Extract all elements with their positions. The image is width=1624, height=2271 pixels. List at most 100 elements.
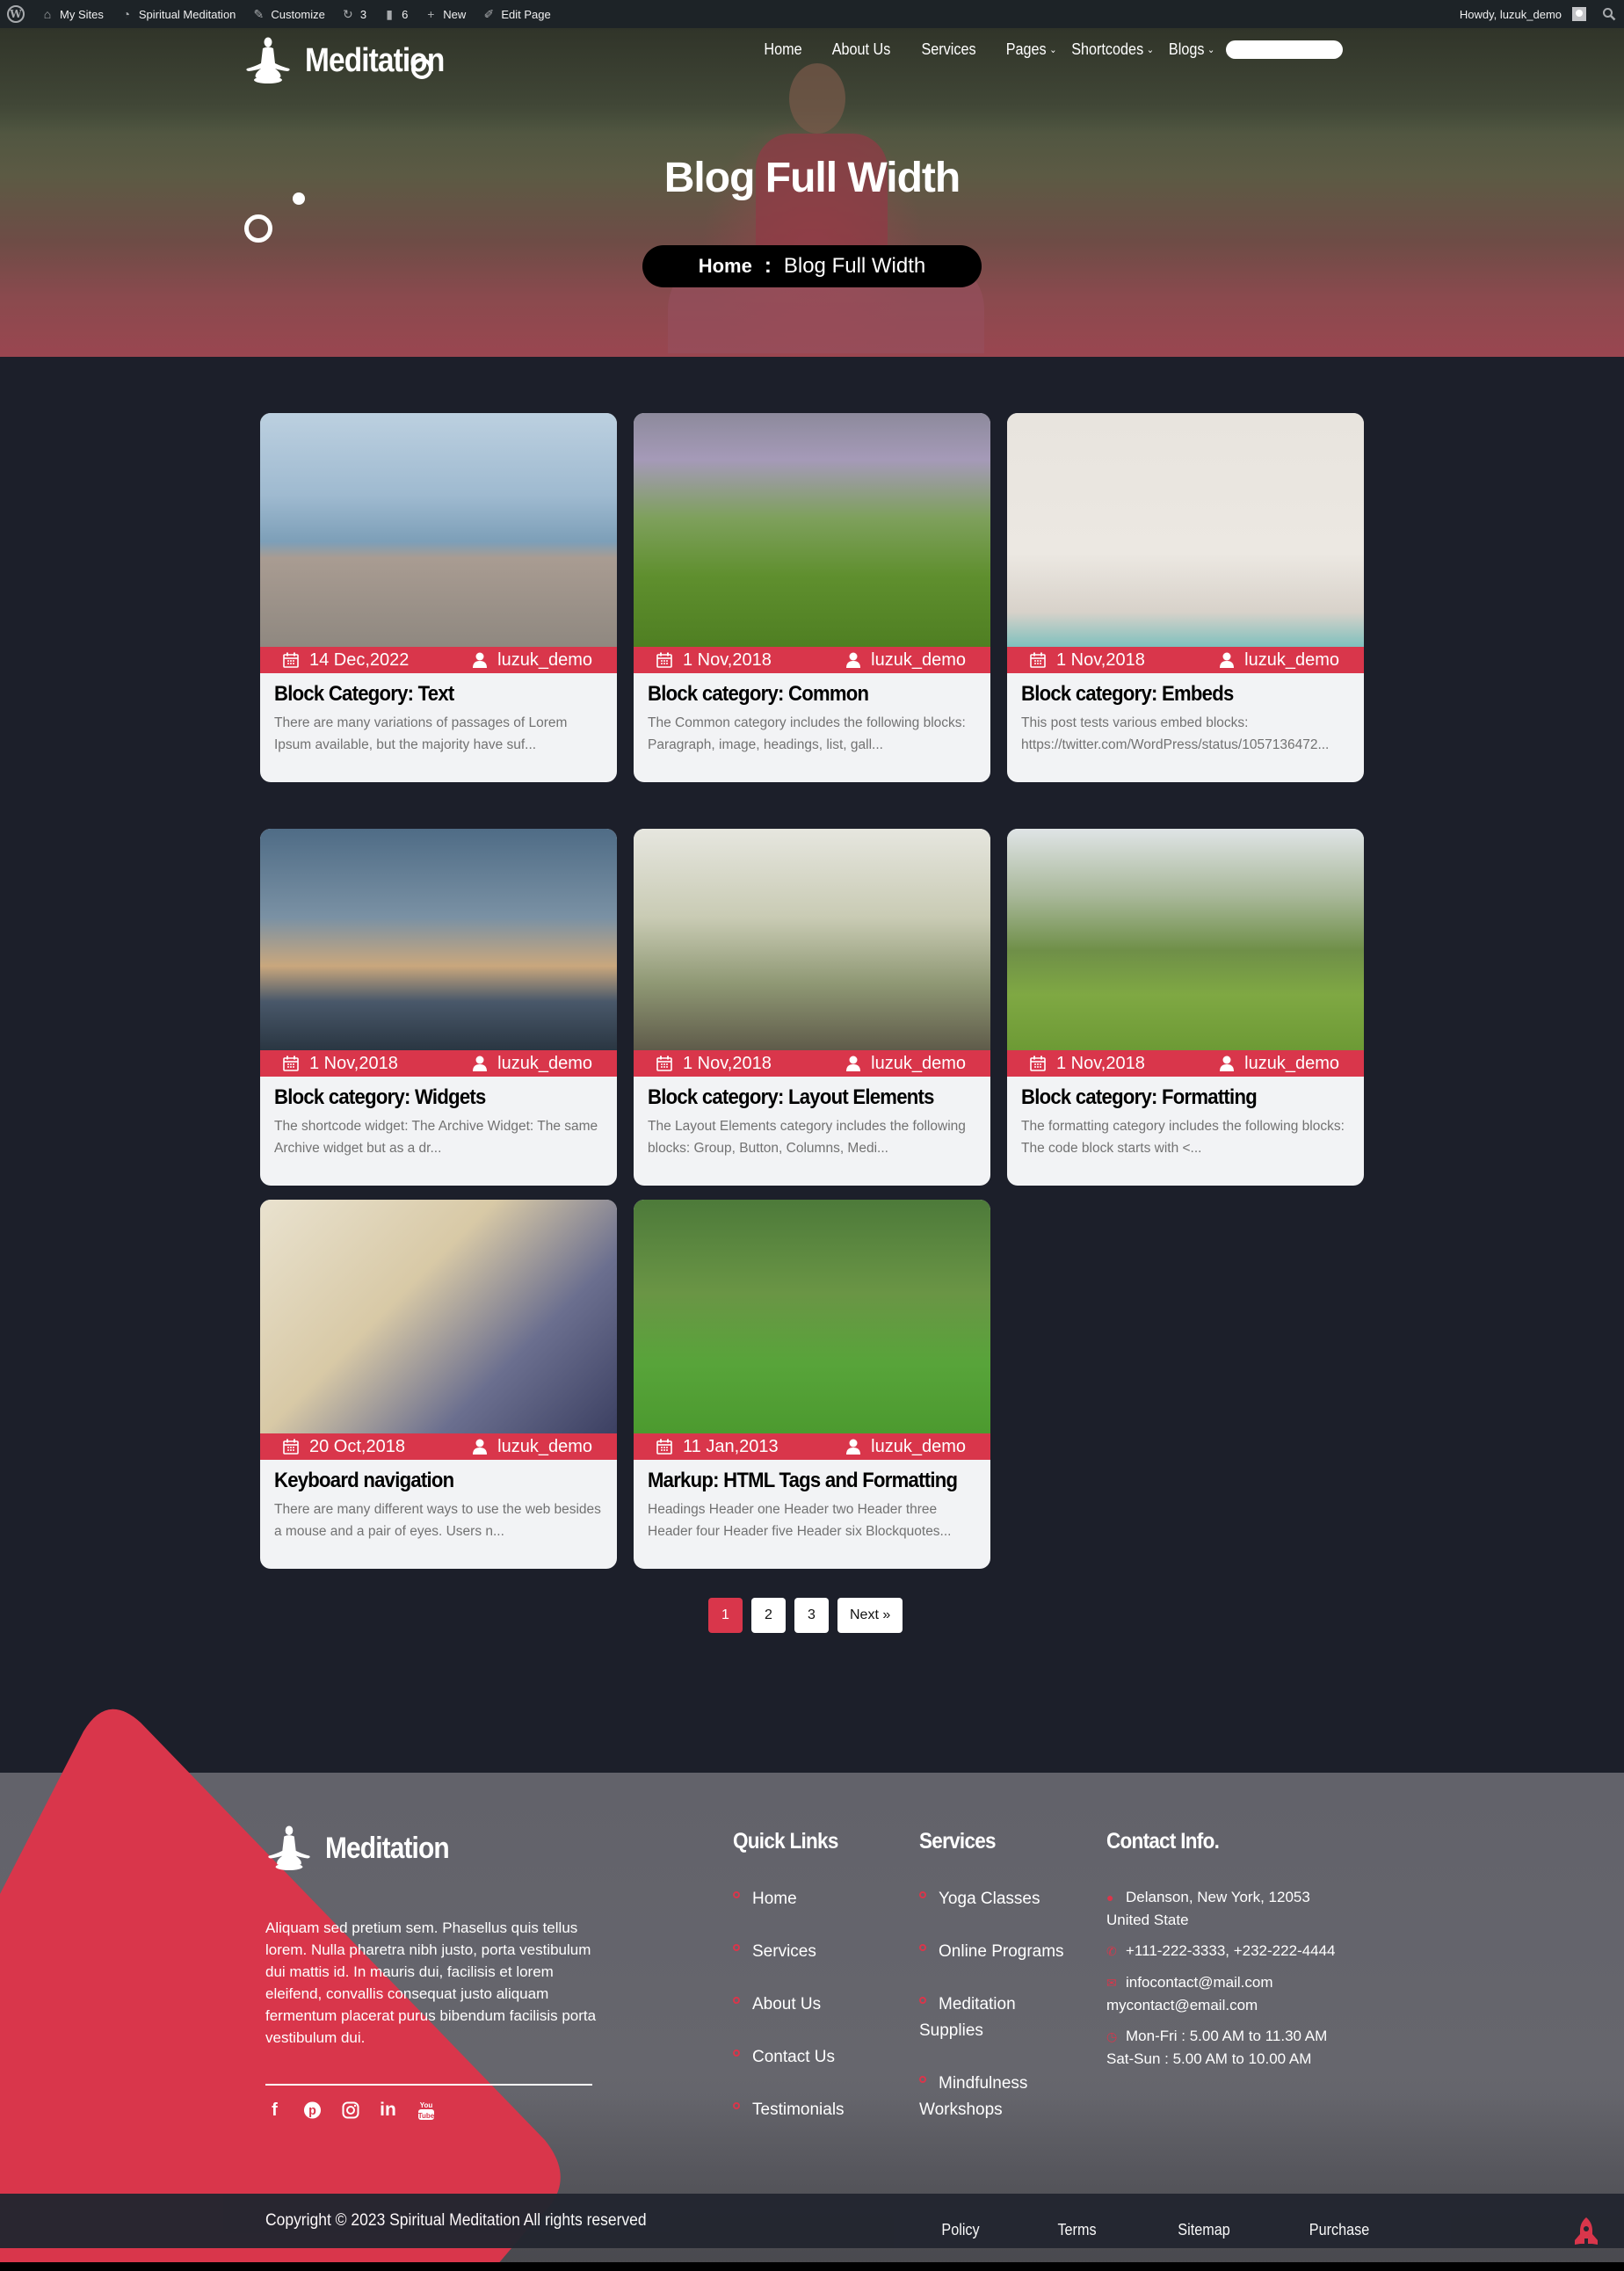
post-date: 20 Oct,2018 xyxy=(283,1437,405,1457)
post-author[interactable]: luzuk_demo xyxy=(473,650,592,671)
post-author[interactable]: luzuk_demo xyxy=(473,1054,592,1074)
post-excerpt: The Layout Elements category includes th… xyxy=(648,1119,966,1156)
facebook-icon[interactable]: f xyxy=(265,2100,284,2121)
admin-bar-account[interactable]: Howdy, luzuk_demo xyxy=(1453,0,1594,28)
contact-us-button[interactable]: Contact Us xyxy=(1225,40,1343,59)
footer-link-label: Home xyxy=(752,1890,797,1908)
post-title[interactable]: Block category: Common xyxy=(648,682,950,707)
post-card[interactable]: 11 Jan,2013 luzuk_demo Markup: HTML Tags a… xyxy=(634,1200,990,1569)
nav-services[interactable]: Services xyxy=(910,40,987,59)
footer-link-contact-us[interactable]: Contact Us xyxy=(733,2044,850,2071)
contact-address: ● Delanson, New York, 12053 United State xyxy=(1106,1886,1335,1931)
post-card[interactable]: 14 Dec,2022 luzuk_demo Block Category: Tex… xyxy=(260,413,617,782)
footer-link-label: Services xyxy=(752,1942,816,1961)
post-body: Block category: Widgets The shortcode wid… xyxy=(260,1077,617,1186)
updates-icon: ↻ xyxy=(342,6,353,21)
user-icon xyxy=(473,652,488,668)
post-card[interactable]: 1 Nov,2018 luzuk_demo Block category: Widg… xyxy=(260,829,617,1186)
admin-bar-search[interactable] xyxy=(1594,0,1624,28)
purchase-link[interactable]: Purchase xyxy=(1309,2221,1369,2239)
pinterest-icon[interactable]: p xyxy=(303,2100,322,2121)
post-title[interactable]: Markup: HTML Tags and Formatting xyxy=(648,1469,958,1493)
admin-bar-label: New xyxy=(443,7,467,21)
admin-bar-edit-page[interactable]: ✐ Edit Page xyxy=(474,0,558,28)
post-card[interactable]: 1 Nov,2018 luzuk_demo Block category: Form… xyxy=(1007,829,1364,1186)
post-card[interactable]: 1 Nov,2018 luzuk_demo Block category: Embe… xyxy=(1007,413,1364,782)
footer-service-mindfulness-workshops[interactable]: Mindfulness Workshops xyxy=(919,2071,1060,2123)
post-author[interactable]: luzuk_demo xyxy=(846,1054,966,1074)
breadcrumb: Home : Blog Full Width xyxy=(642,245,982,287)
page-2-button[interactable]: 2 xyxy=(751,1598,786,1633)
admin-bar-updates[interactable]: ↻ 3 xyxy=(333,0,374,28)
user-icon xyxy=(1220,1056,1235,1071)
breadcrumb-home[interactable]: Home xyxy=(699,255,752,278)
svg-text:Tube: Tube xyxy=(417,2112,434,2120)
policy-link[interactable]: Policy xyxy=(941,2221,979,2239)
admin-bar-label: Spiritual Meditation xyxy=(138,7,236,21)
site-logo[interactable]: Meditation xyxy=(243,37,463,84)
footer-service-meditation-supplies[interactable]: Meditation Supplies xyxy=(919,1992,1042,2044)
decorative-ring xyxy=(244,214,272,243)
post-title[interactable]: Block category: Widgets xyxy=(274,1085,576,1110)
post-image[interactable] xyxy=(260,413,617,647)
footer-link-services[interactable]: Services xyxy=(733,1939,850,1965)
post-author[interactable]: luzuk_demo xyxy=(1220,650,1339,671)
post-title[interactable]: Block category: Embeds xyxy=(1021,682,1323,707)
nav-about-us[interactable]: About Us xyxy=(821,40,902,59)
post-date: 1 Nov,2018 xyxy=(656,1054,772,1074)
next-page-button[interactable]: Next » xyxy=(837,1598,903,1633)
youtube-icon[interactable]: You Tube xyxy=(417,2100,435,2121)
plus-icon: + xyxy=(427,7,435,21)
admin-bar-wordpress[interactable]: W xyxy=(0,0,33,28)
nav-label: Pages xyxy=(1005,40,1047,58)
post-title[interactable]: Block Category: Text xyxy=(274,682,576,707)
post-title[interactable]: Block category: Layout Elements xyxy=(648,1085,950,1110)
post-card[interactable]: 20 Oct,2018 luzuk_demo Keyboard navigation… xyxy=(260,1200,617,1569)
admin-bar-my-sites[interactable]: ⌂ My Sites xyxy=(33,0,112,28)
nav-blogs[interactable]: Blogs ⌄ xyxy=(1165,40,1218,59)
post-date-text: 20 Oct,2018 xyxy=(309,1436,405,1456)
page-title: Blog Full Width xyxy=(663,155,961,201)
post-card[interactable]: 1 Nov,2018 luzuk_demo Block category: Comm… xyxy=(634,413,990,782)
post-author[interactable]: luzuk_demo xyxy=(473,1437,592,1457)
back-to-top-rocket-icon[interactable] xyxy=(1573,2217,1599,2246)
linkedin-icon[interactable]: in xyxy=(379,2100,397,2121)
terms-link[interactable]: Terms xyxy=(1057,2221,1096,2239)
footer-link-testimonials[interactable]: Testimonials xyxy=(733,2097,850,2123)
footer-link-home[interactable]: Home xyxy=(733,1886,850,1912)
footer-logo[interactable]: Meditation xyxy=(265,1825,466,1871)
contact-email[interactable]: ✉ infocontact@mail.com mycontact@email.com xyxy=(1106,1971,1370,2016)
page-1-button[interactable]: 1 xyxy=(708,1598,743,1633)
post-image[interactable] xyxy=(634,413,990,647)
nav-shortcodes[interactable]: Shortcodes ⌄ xyxy=(1069,40,1157,59)
post-image[interactable] xyxy=(634,1200,990,1433)
post-image[interactable] xyxy=(260,1200,617,1433)
instagram-icon[interactable] xyxy=(341,2100,359,2121)
post-image[interactable] xyxy=(260,829,617,1050)
footer-service-yoga-classes[interactable]: Yoga Classes xyxy=(919,1886,1095,1912)
post-image[interactable] xyxy=(1007,829,1364,1050)
footer-link-about-us[interactable]: About Us xyxy=(733,1992,850,2018)
post-excerpt: The Common category includes the followi… xyxy=(648,715,966,752)
post-author[interactable]: luzuk_demo xyxy=(846,1437,966,1457)
admin-bar-customize[interactable]: ✎ Customize xyxy=(243,0,332,28)
post-card[interactable]: 1 Nov,2018 luzuk_demo Block category: Layo… xyxy=(634,829,990,1186)
post-image[interactable] xyxy=(1007,413,1364,647)
contact-phone[interactable]: ✆ +111-222-3333, +232-222-4444 xyxy=(1106,1940,1370,1963)
nav-pages[interactable]: Pages ⌄ xyxy=(995,40,1060,59)
admin-bar-comments[interactable]: ▮ 6 xyxy=(374,0,416,28)
post-author[interactable]: luzuk_demo xyxy=(1220,1054,1339,1074)
admin-bar-site-name[interactable]: ◔ Spiritual Meditation xyxy=(112,0,244,28)
sitemap-link[interactable]: Sitemap xyxy=(1178,2221,1229,2239)
page-3-button[interactable]: 3 xyxy=(794,1598,829,1633)
post-author[interactable]: luzuk_demo xyxy=(846,650,966,671)
clock-icon: ◷ xyxy=(1106,2029,1118,2043)
post-title[interactable]: Block category: Formatting xyxy=(1021,1085,1323,1110)
footer-service-online-programs[interactable]: Online Programs xyxy=(919,1939,1095,1965)
nav-home[interactable]: Home xyxy=(753,40,813,59)
breadcrumb-separator: : xyxy=(764,254,772,278)
admin-bar-new[interactable]: + New xyxy=(416,0,474,28)
post-image[interactable] xyxy=(634,829,990,1050)
post-meta-bar: 1 Nov,2018 luzuk_demo xyxy=(1007,1050,1364,1077)
post-title[interactable]: Keyboard navigation xyxy=(274,1469,576,1493)
